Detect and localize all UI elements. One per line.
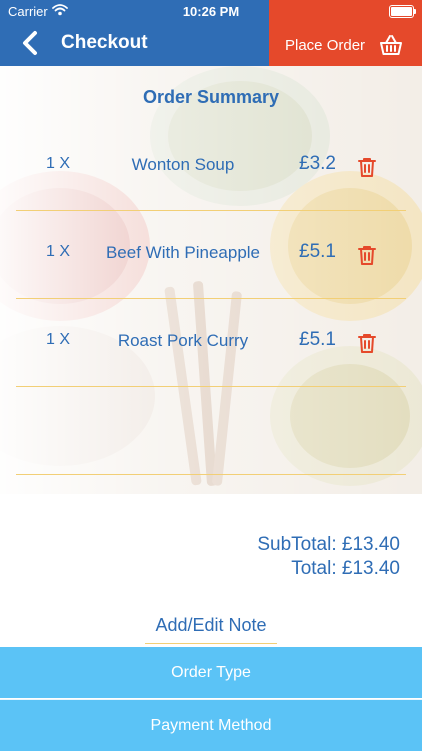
place-order-button[interactable]: Place Order xyxy=(269,22,422,66)
item-price: £5.1 xyxy=(299,241,336,262)
page-title: Checkout xyxy=(61,32,148,53)
basket-icon xyxy=(380,35,402,55)
order-item-row: 1 X Roast Pork Curry £5.1 xyxy=(16,298,406,387)
trash-icon[interactable] xyxy=(356,332,378,354)
totals-block: SubTotal: £13.40 Total: £13.40 xyxy=(257,533,400,581)
item-price: £3.2 xyxy=(299,153,336,174)
item-quantity: 1 X xyxy=(46,331,71,348)
order-type-button[interactable]: Order Type xyxy=(0,647,422,698)
order-summary-title: Order Summary xyxy=(142,87,280,107)
subtotal-label: SubTotal: £13.40 xyxy=(257,534,400,555)
trash-icon[interactable] xyxy=(356,156,378,178)
item-name: Roast Pork Curry xyxy=(117,331,249,350)
trash-icon[interactable] xyxy=(356,244,378,266)
status-bar: Carrier 10:26 PM xyxy=(0,0,422,22)
item-price: £5.1 xyxy=(299,329,336,350)
add-edit-note-link[interactable]: Add/Edit Note xyxy=(145,615,277,644)
empty-row xyxy=(16,386,406,475)
order-item-row: 1 X Wonton Soup £3.2 xyxy=(16,122,406,211)
back-icon[interactable] xyxy=(18,30,44,56)
item-name: Beef With Pineapple xyxy=(105,243,261,262)
item-quantity: 1 X xyxy=(46,155,71,172)
place-order-label: Place Order xyxy=(285,37,366,54)
battery-icon xyxy=(389,5,416,18)
clock: 10:26 PM xyxy=(182,4,240,19)
payment-method-button[interactable]: Payment Method xyxy=(0,699,422,751)
item-quantity: 1 X xyxy=(46,243,71,260)
total-label: Total: £13.40 xyxy=(291,558,400,579)
item-name: Wonton Soup xyxy=(131,155,235,174)
order-item-row: 1 X Beef With Pineapple £5.1 xyxy=(16,210,406,299)
